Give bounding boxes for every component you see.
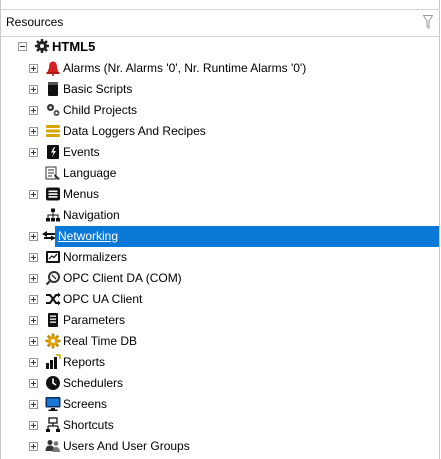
shortcut-icon [46,417,60,432]
parameters-icon [48,313,58,327]
tree-item-menus[interactable]: Menus [1,184,439,205]
expand-toggle[interactable] [29,421,38,430]
tree-item-users[interactable]: Users And User Groups [1,436,439,457]
reports-icon [46,354,61,369]
script-icon [48,82,58,96]
expand-toggle[interactable] [29,190,38,199]
opc-da-icon [45,271,60,286]
expand-toggle[interactable] [29,295,38,304]
tree-item-child-projects[interactable]: Child Projects [1,100,439,121]
panel-title: Resources [6,15,64,29]
tree-item-opc-da[interactable]: OPC Client DA (COM) [1,268,439,289]
tree-item-label: Basic Scripts [63,82,133,96]
users-icon [45,440,60,452]
tree-item-label: Screens [63,397,108,411]
filter-icon[interactable] [423,15,433,29]
tree-item-screens[interactable]: Screens [1,394,439,415]
expand-toggle[interactable] [29,274,38,283]
tree-item-label: Parameters [63,313,126,327]
tree-item-navigation[interactable]: Navigation [1,205,439,226]
tree-item-label: Menus [63,187,100,201]
tree-item-label: Shortcuts [63,418,114,432]
expand-toggle[interactable] [29,442,38,451]
tree-item-schedulers[interactable]: Schedulers [1,373,439,394]
tree-item-language[interactable]: Language [1,163,439,184]
tree-item-label: Alarms (Nr. Alarms '0', Nr. Runtime Alar… [63,61,307,75]
tree-item-label: Normalizers [63,250,128,264]
resources-panel: Resources HTML5 Alarms (Nr. Alarms '0', … [0,0,440,459]
expand-toggle[interactable] [29,337,38,346]
expand-toggle[interactable] [29,64,38,73]
tree-item-label: OPC UA Client [63,292,143,306]
tree-item-label: Schedulers [63,376,124,390]
expand-toggle[interactable] [29,232,38,241]
tree-item-basic-scripts[interactable]: Basic Scripts [1,79,439,100]
tree-item-label: Events [63,145,100,159]
tree-item-alarms[interactable]: Alarms (Nr. Alarms '0', Nr. Runtime Alar… [1,58,439,79]
collapse-toggle[interactable] [18,42,27,51]
tree-item-label: Navigation [63,208,120,222]
panel-header: Resources [1,9,439,37]
language-icon [45,166,60,180]
expand-toggle[interactable] [29,253,38,262]
realtime-db-icon [45,333,61,349]
tree-item-label: Reports [63,355,106,369]
tree-root-label: HTML5 [52,39,96,54]
gear-icon [35,39,49,53]
expand-toggle[interactable] [29,400,38,409]
expand-toggle[interactable] [29,148,38,157]
expand-toggle[interactable] [29,106,38,115]
tree-item-label: Real Time DB [63,334,138,348]
events-icon [47,145,59,159]
tree-item-label: Data Loggers And Recipes [63,124,206,138]
tree-item-data-loggers[interactable]: Data Loggers And Recipes [1,121,439,142]
tree-item-label: Child Projects [63,103,138,117]
tree-item-opc-ua[interactable]: OPC UA Client [1,289,439,310]
clock-icon [46,376,60,390]
tree-item-reports[interactable]: Reports [1,352,439,373]
tree-item-label: Language [63,166,117,180]
tree-item-networking[interactable]: Networking [1,226,439,247]
tree-item-events[interactable]: Events [1,142,439,163]
navigation-icon [46,208,60,222]
tree-item-label: Networking [58,229,119,243]
alarm-bell-icon [46,61,60,76]
expand-toggle[interactable] [29,379,38,388]
tree-item-normalizers[interactable]: Normalizers [1,247,439,268]
database-icon [46,125,60,137]
expand-toggle[interactable] [29,85,38,94]
normalizer-icon [46,251,60,263]
opc-ua-icon [46,292,61,306]
tree-item-parameters[interactable]: Parameters [1,310,439,331]
expand-toggle[interactable] [29,358,38,367]
resources-tree: HTML5 Alarms (Nr. Alarms '0', Nr. Runtim… [1,36,439,457]
tree-item-shortcuts[interactable]: Shortcuts [1,415,439,436]
tree-item-real-time-db[interactable]: Real Time DB [1,331,439,352]
expand-toggle[interactable] [29,127,38,136]
monitor-icon [45,397,61,411]
expand-toggle[interactable] [29,316,38,325]
tree-item-label: Users And User Groups [63,439,190,453]
tree-item-label: OPC Client DA (COM) [63,271,182,285]
menu-icon [46,187,60,201]
gears-icon [47,104,60,116]
tree-root-html5[interactable]: HTML5 [1,36,439,58]
networking-icon [42,231,56,241]
